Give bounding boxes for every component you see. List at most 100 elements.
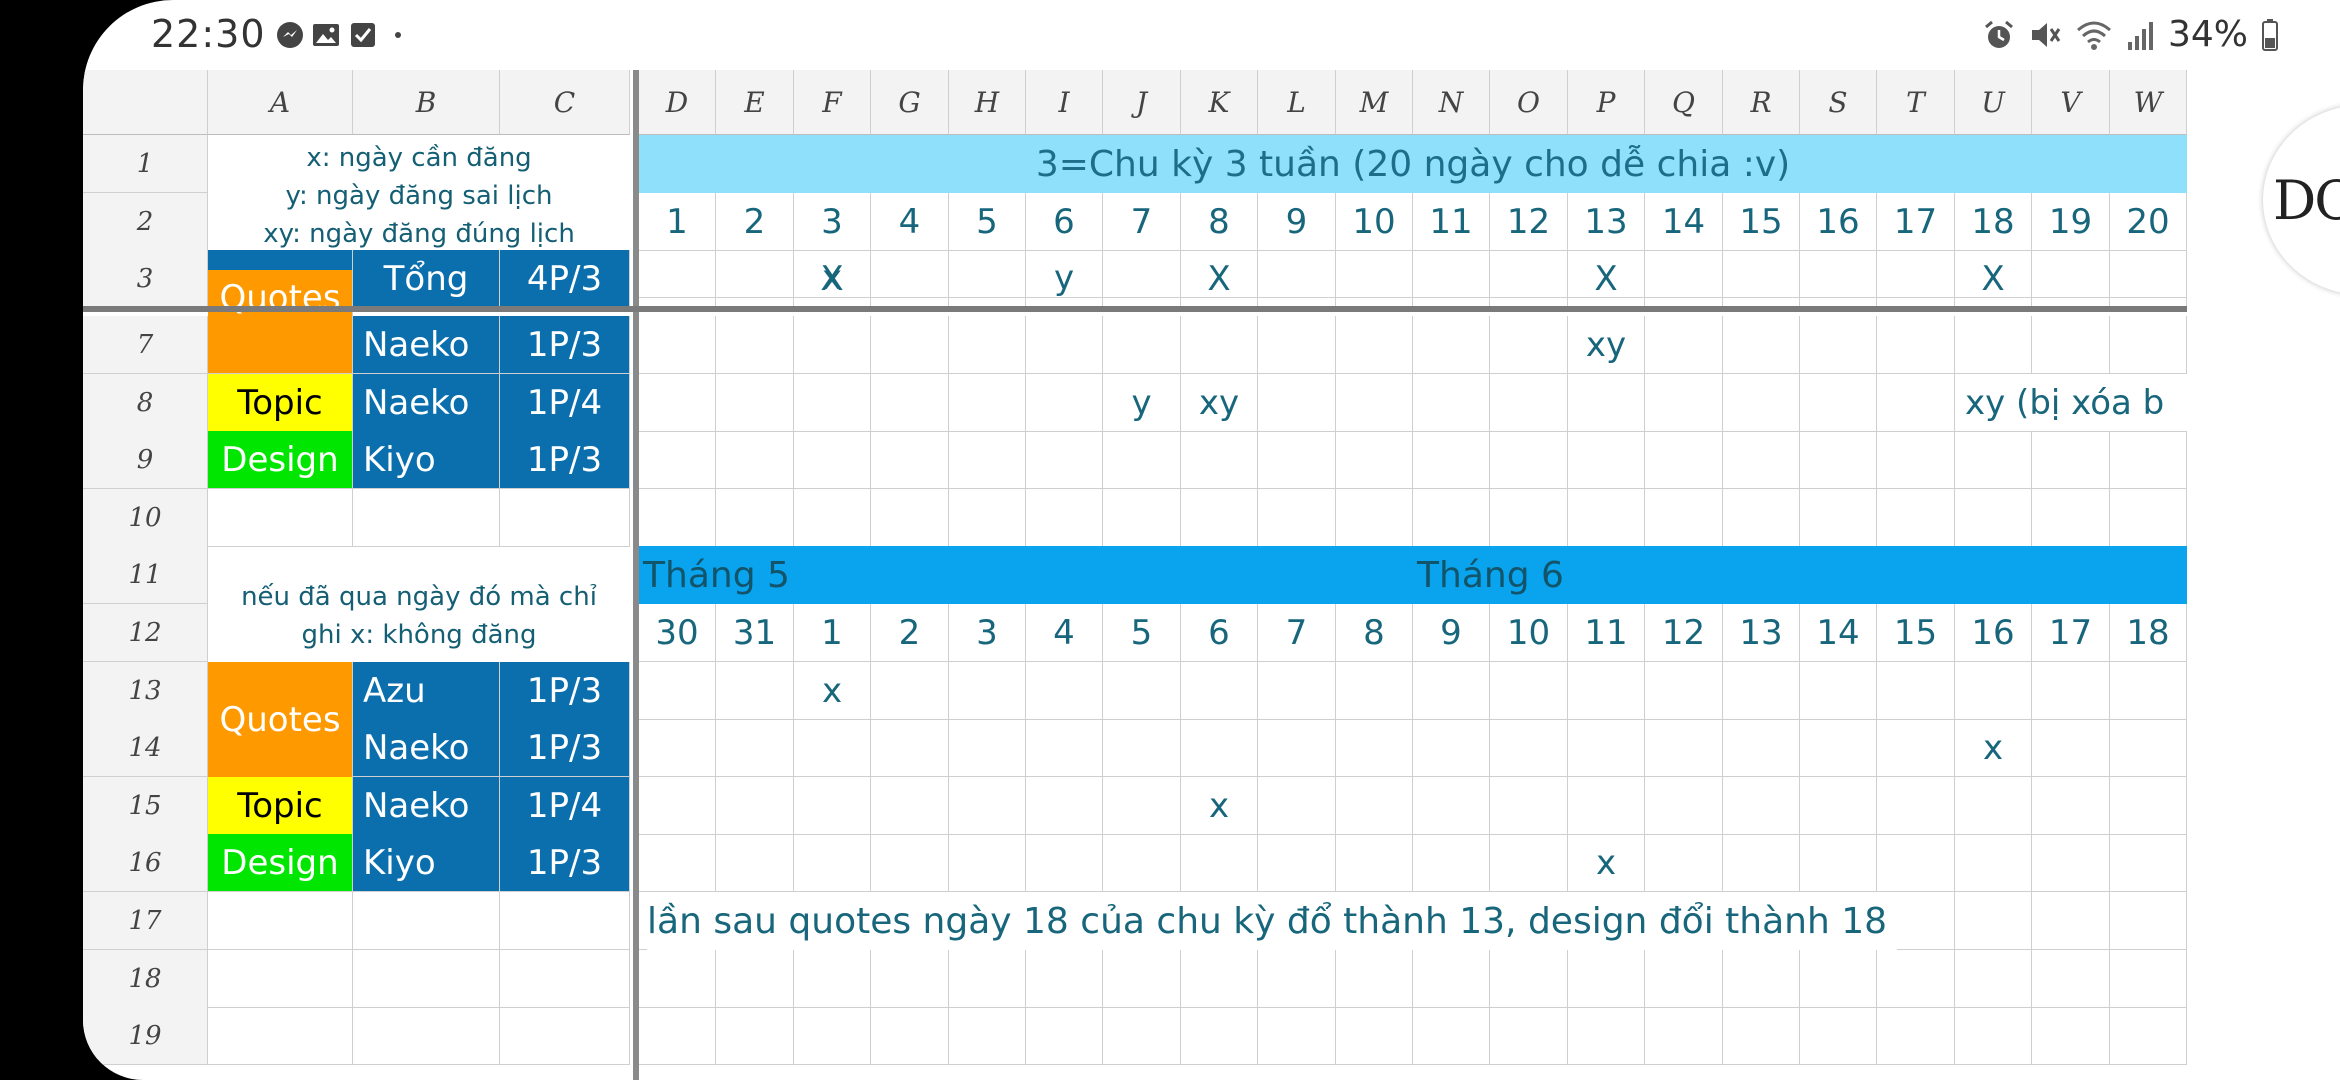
category-quotes-calendar[interactable]: Quotes	[208, 662, 353, 778]
cycle-day-T[interactable]: 17	[1877, 193, 1955, 251]
cell-N15[interactable]	[1413, 777, 1490, 835]
row-header-1[interactable]: 1	[83, 135, 208, 193]
cell-Q16[interactable]	[1645, 834, 1723, 892]
cell-J8[interactable]: y	[1103, 374, 1181, 432]
cell-M8[interactable]	[1336, 374, 1413, 432]
cell-M19[interactable]	[1336, 1007, 1413, 1065]
cell-F19[interactable]	[794, 1007, 871, 1065]
cell-W13[interactable]	[2110, 662, 2187, 720]
cell-V10[interactable]	[2032, 489, 2110, 547]
cell-S19[interactable]	[1800, 1007, 1877, 1065]
column-header-J[interactable]: J	[1103, 70, 1181, 135]
cell-T15[interactable]	[1877, 777, 1955, 835]
cell-V7[interactable]	[2032, 316, 2110, 374]
quota-cell[interactable]: 1P/3	[500, 719, 630, 777]
quota-cell[interactable]: 1P/4	[500, 374, 630, 432]
skip-rule-note[interactable]: nếu đã qua ngày đó mà chỉ ghi x: không đ…	[208, 578, 630, 654]
row-header-15[interactable]: 15	[83, 777, 208, 835]
column-header-D[interactable]: D	[639, 70, 716, 135]
cycle-day-O[interactable]: 12	[1490, 193, 1568, 251]
cell-S15[interactable]	[1800, 777, 1877, 835]
cycle-day-H[interactable]: 5	[949, 193, 1026, 251]
row-header-19[interactable]: 19	[83, 1007, 208, 1065]
column-header-M[interactable]: M	[1336, 70, 1413, 135]
cell-D9[interactable]	[639, 431, 716, 489]
cycle-day-S[interactable]: 16	[1800, 193, 1877, 251]
cycle-day-N[interactable]: 11	[1413, 193, 1490, 251]
cell-N10[interactable]	[1413, 489, 1490, 547]
cell-F3[interactable]: X	[794, 250, 871, 308]
cell-T16[interactable]	[1877, 834, 1955, 892]
cell-H13[interactable]	[949, 662, 1026, 720]
cycle-day-V[interactable]: 19	[2032, 193, 2110, 251]
cell-M15[interactable]	[1336, 777, 1413, 835]
cell-D7[interactable]	[639, 316, 716, 374]
cell-V15[interactable]	[2032, 777, 2110, 835]
cell-E13[interactable]	[716, 662, 794, 720]
calendar-day-Q[interactable]: 12	[1645, 604, 1723, 662]
cell-N19[interactable]	[1413, 1007, 1490, 1065]
cell-H10[interactable]	[949, 489, 1026, 547]
cell-U16[interactable]	[1955, 834, 2032, 892]
column-header-W[interactable]: W	[2110, 70, 2187, 135]
cell-I15[interactable]	[1026, 777, 1103, 835]
member-name-cell[interactable]: Naeko	[353, 316, 500, 374]
cell-E19[interactable]	[716, 1007, 794, 1065]
cell-S9[interactable]	[1800, 431, 1877, 489]
cell-A10[interactable]	[208, 489, 353, 547]
cell-H14[interactable]	[949, 719, 1026, 777]
cell-C19[interactable]	[500, 1007, 630, 1065]
cell-P19[interactable]	[1568, 1007, 1645, 1065]
cell-D8[interactable]	[639, 374, 716, 432]
cell-R10[interactable]	[1723, 489, 1800, 547]
calendar-day-M[interactable]: 8	[1336, 604, 1413, 662]
cell-T7[interactable]	[1877, 316, 1955, 374]
row-header-3[interactable]: 3	[83, 250, 208, 308]
cell-G3[interactable]	[871, 250, 949, 308]
cell-Q19[interactable]	[1645, 1007, 1723, 1065]
cell-N14[interactable]	[1413, 719, 1490, 777]
cell-T18[interactable]	[1877, 950, 1955, 1008]
cell-K13[interactable]	[1181, 662, 1258, 720]
cell-N7[interactable]	[1413, 316, 1490, 374]
cell-W16[interactable]	[2110, 834, 2187, 892]
cell-A17[interactable]	[208, 892, 353, 950]
column-header-E[interactable]: E	[716, 70, 794, 135]
cell-U7[interactable]	[1955, 316, 2032, 374]
column-header-I[interactable]: I	[1026, 70, 1103, 135]
cell-O9[interactable]	[1490, 431, 1568, 489]
cell-F14[interactable]	[794, 719, 871, 777]
member-name-cell[interactable]: Kiyo	[353, 431, 500, 489]
cell-J14[interactable]	[1103, 719, 1181, 777]
calendar-day-F[interactable]: 1	[794, 604, 871, 662]
calendar-day-N[interactable]: 9	[1413, 604, 1490, 662]
cell-Q15[interactable]	[1645, 777, 1723, 835]
column-header-H[interactable]: H	[949, 70, 1026, 135]
cell-K8[interactable]: xy	[1181, 374, 1258, 432]
cell-H9[interactable]	[949, 431, 1026, 489]
cell-L13[interactable]	[1258, 662, 1336, 720]
cell-L15[interactable]	[1258, 777, 1336, 835]
column-header-R[interactable]: R	[1723, 70, 1800, 135]
cell-G14[interactable]	[871, 719, 949, 777]
cycle-day-Q[interactable]: 14	[1645, 193, 1723, 251]
cell-U17[interactable]	[1955, 892, 2032, 950]
calendar-day-J[interactable]: 5	[1103, 604, 1181, 662]
cell-I9[interactable]	[1026, 431, 1103, 489]
row-header-9[interactable]: 9	[83, 431, 208, 489]
cell-F9[interactable]	[794, 431, 871, 489]
cell-I3[interactable]	[1026, 250, 1103, 308]
cell-G8[interactable]	[871, 374, 949, 432]
cell-N16[interactable]	[1413, 834, 1490, 892]
column-header-O[interactable]: O	[1490, 70, 1568, 135]
cell-J9[interactable]	[1103, 431, 1181, 489]
cell-E18[interactable]	[716, 950, 794, 1008]
cell-P10[interactable]	[1568, 489, 1645, 547]
cell-L19[interactable]	[1258, 1007, 1336, 1065]
cell-N8[interactable]	[1413, 374, 1490, 432]
cell-M3[interactable]	[1336, 250, 1413, 308]
row-header-11[interactable]: 11	[83, 546, 208, 604]
calendar-day-O[interactable]: 10	[1490, 604, 1568, 662]
cell-I18[interactable]	[1026, 950, 1103, 1008]
category-design-cycle[interactable]: Design	[208, 431, 353, 489]
